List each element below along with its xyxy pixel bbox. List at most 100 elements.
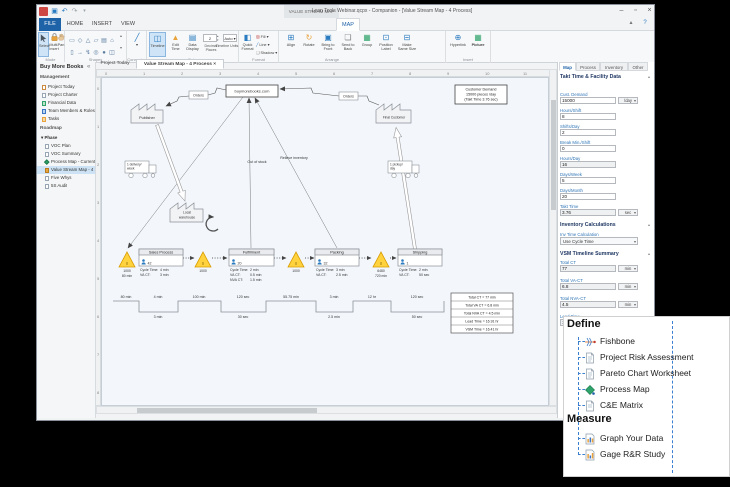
app-icon[interactable] bbox=[39, 7, 48, 16]
rotate-button[interactable]: ↻Rotate bbox=[301, 32, 317, 57]
push-arrow-shape[interactable]: → bbox=[76, 49, 84, 57]
sidebar-item-5s-audit[interactable]: 5S Audit bbox=[37, 182, 96, 190]
tool-item-gage-rr[interactable]: Gage R&R Study bbox=[564, 446, 724, 462]
sidebar-item-team-members[interactable]: Team Members & Roles bbox=[37, 107, 96, 115]
inventory-shape[interactable]: △ bbox=[84, 37, 92, 45]
edit-time-button[interactable]: ▲ Edit Time bbox=[168, 32, 183, 57]
panel-tab-other[interactable]: Other bbox=[628, 62, 648, 71]
line-button[interactable]: ╱ Line ▾ bbox=[256, 41, 270, 49]
days-month-input[interactable]: 20 bbox=[560, 193, 616, 200]
spinner-arrows-icon[interactable]: ▴▾ bbox=[217, 34, 219, 42]
shifts-day-input[interactable]: 2 bbox=[560, 129, 616, 136]
help-icon[interactable]: ? bbox=[639, 18, 651, 29]
truck-shape[interactable]: ▯ bbox=[68, 49, 76, 57]
website-box[interactable]: buymorebooks.com bbox=[226, 85, 278, 97]
panel-tab-inventory[interactable]: Inventory bbox=[600, 62, 628, 71]
tab-home[interactable]: HOME bbox=[63, 18, 87, 31]
decision-shape[interactable]: ◇ bbox=[76, 37, 84, 45]
timeline-summary-table[interactable]: Total CT = 77 min Total VA CT = 6.8 min … bbox=[451, 293, 513, 333]
kaizen-shape[interactable]: ▤ bbox=[100, 37, 108, 45]
shadow-button[interactable]: ❏ Shadow ▾ bbox=[256, 49, 277, 57]
tab-map[interactable]: MAP bbox=[336, 18, 360, 31]
operator-shape[interactable]: ● bbox=[100, 49, 108, 57]
canvas-page[interactable] bbox=[102, 78, 549, 406]
shapes-scroll-up-icon[interactable]: ▴ bbox=[120, 33, 122, 38]
hours-shift-input[interactable]: 8 bbox=[560, 113, 616, 120]
withdrawal-shape[interactable]: ◎ bbox=[92, 49, 100, 57]
tool-item-graph-your-data[interactable]: Graph Your Data bbox=[564, 430, 724, 446]
minimize-button[interactable]: – bbox=[615, 5, 628, 17]
total-nva-ct-unit-dropdown[interactable]: min▾ bbox=[618, 301, 638, 308]
takt-time-unit-dropdown[interactable]: sec▾ bbox=[618, 209, 638, 216]
summary-collapse-icon[interactable]: ▴ bbox=[648, 251, 650, 256]
electronic-flow-shape[interactable]: ↯ bbox=[84, 49, 92, 57]
send-to-back-button[interactable]: ❏Send to Back bbox=[339, 32, 357, 57]
cust-demand-input[interactable]: 15000 bbox=[560, 97, 616, 104]
align-button[interactable]: ⊞Align bbox=[283, 32, 299, 57]
position-label-button[interactable]: ⊡Position Label bbox=[377, 32, 395, 57]
tool-item-fishbone[interactable]: Fishbone bbox=[564, 333, 724, 349]
tab-file[interactable]: FILE bbox=[39, 18, 61, 31]
panel-tab-process[interactable]: Process bbox=[576, 62, 600, 71]
takt-collapse-icon[interactable]: ▴ bbox=[648, 74, 650, 79]
timeline-units-dropdown[interactable]: Auto ▾ bbox=[223, 34, 237, 42]
hyperlink-button[interactable]: ⊕Hyperlink bbox=[449, 32, 467, 57]
maximize-button[interactable]: ▫ bbox=[629, 5, 642, 17]
tool-item-ce-matrix[interactable]: C&E Matrix bbox=[564, 397, 724, 413]
sidebar-collapse-icon[interactable]: « bbox=[87, 64, 90, 70]
cust-demand-unit-dropdown[interactable]: /day▾ bbox=[618, 97, 638, 104]
sidebar-item-five-whys[interactable]: Five Whys bbox=[37, 174, 96, 182]
redo-icon[interactable]: ↷ bbox=[70, 7, 79, 16]
pan-button[interactable]: Pan bbox=[57, 32, 65, 57]
decimal-places-spinner[interactable]: 2 bbox=[203, 34, 217, 42]
vertical-scrollbar[interactable] bbox=[549, 69, 557, 406]
picture-button[interactable]: ▦Picture bbox=[469, 32, 487, 57]
orders-left-box[interactable]: Orders bbox=[189, 91, 208, 99]
horizontal-scrollbar[interactable] bbox=[96, 406, 557, 414]
connector-button[interactable]: ╱ ▾ bbox=[129, 32, 145, 57]
quick-format-button[interactable]: ◧ Quick Format bbox=[240, 32, 255, 57]
data-shape[interactable]: ▱ bbox=[92, 37, 100, 45]
save-icon[interactable]: ▣ bbox=[50, 7, 59, 16]
sidebar-item-financial-data[interactable]: Financial Data bbox=[37, 99, 96, 107]
tool-item-pareto[interactable]: Pareto Chart Worksheet bbox=[564, 365, 724, 381]
sidebar-item-project-today[interactable]: Project Today bbox=[37, 83, 96, 91]
tab-view[interactable]: VIEW bbox=[117, 18, 139, 31]
group-button[interactable]: ▦Group bbox=[359, 32, 375, 57]
doc-tab-close-icon[interactable]: × bbox=[213, 62, 216, 67]
doc-tab-project-today[interactable]: Project Today bbox=[98, 59, 132, 69]
total-va-ct-unit-dropdown[interactable]: min▾ bbox=[618, 283, 638, 290]
sidebar-item-value-stream-map[interactable]: Value Stream Map - 4 Process bbox=[37, 166, 96, 174]
break-min-input[interactable]: 0 bbox=[560, 145, 616, 152]
factory-shape[interactable]: ⌂ bbox=[108, 37, 116, 45]
timeline-button[interactable]: ◫ Timeline bbox=[149, 32, 166, 57]
tab-insert[interactable]: INSERT bbox=[89, 18, 115, 31]
inventory-collapse-icon[interactable]: ▴ bbox=[648, 222, 650, 227]
orders-right-box[interactable]: Orders bbox=[339, 92, 358, 100]
shapes-scroll-down-icon[interactable]: ▾ bbox=[120, 45, 122, 50]
process-shape[interactable]: ▭ bbox=[68, 37, 76, 45]
days-week-input[interactable]: 5 bbox=[560, 177, 616, 184]
sidebar-item-voc-summary[interactable]: VOC Summary bbox=[37, 150, 96, 158]
collapse-ribbon-icon[interactable]: ▴ bbox=[625, 18, 637, 29]
sidebar-item-phase[interactable]: ▾ Phase bbox=[37, 134, 96, 142]
timeline-shape[interactable]: ◫ bbox=[108, 49, 116, 57]
panel-tab-map[interactable]: Map bbox=[559, 62, 576, 71]
select-button[interactable]: Select bbox=[38, 32, 49, 57]
doc-tab-value-stream-map[interactable]: Value Stream Map - 4 Process × bbox=[136, 59, 224, 69]
bring-to-front-button[interactable]: ▣Bring to Front bbox=[319, 32, 337, 57]
fill-button[interactable]: ▨ Fill ▾ bbox=[256, 33, 268, 41]
sidebar-item-voc-plan[interactable]: VOC Plan bbox=[37, 142, 96, 150]
tool-item-project-risk[interactable]: Project Risk Assessment bbox=[564, 349, 724, 365]
sidebar-item-process-map-current[interactable]: Process Map - Current State bbox=[37, 158, 96, 166]
undo-icon[interactable]: ↶ bbox=[60, 7, 69, 16]
close-button[interactable]: × bbox=[643, 5, 656, 17]
inv-time-calc-dropdown[interactable]: Use Cycle Time▾ bbox=[560, 237, 638, 245]
sidebar-item-tasks[interactable]: Tasks bbox=[37, 115, 96, 123]
quick-access-dropdown-icon[interactable]: ▾ bbox=[80, 7, 89, 16]
make-same-size-button[interactable]: ⊟Make Same Size bbox=[397, 32, 417, 57]
sidebar-item-project-charter[interactable]: Project Charter bbox=[37, 91, 96, 99]
customer-demand-box[interactable]: Customer Demand 15000 pieces /day (Takt … bbox=[455, 85, 507, 104]
total-ct-unit-dropdown[interactable]: min▾ bbox=[618, 265, 638, 272]
tool-item-process-map[interactable]: Process Map bbox=[564, 381, 724, 397]
